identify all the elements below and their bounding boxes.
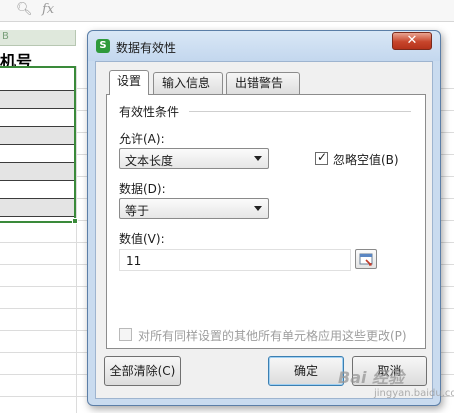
apply-to-all-checkbox xyxy=(119,328,132,341)
zoom-icon[interactable]: 🔍︎ xyxy=(16,2,33,17)
ignore-blank-label[interactable]: 忽略空值(B) xyxy=(333,151,399,168)
tab-settings[interactable]: 设置 xyxy=(109,70,149,95)
data-operator-select[interactable]: 等于 xyxy=(119,198,269,219)
close-button[interactable]: ✕ xyxy=(392,32,432,50)
tab-error-alert[interactable]: 出错警告 xyxy=(226,72,300,94)
apply-to-all-label: 对所有同样设置的其他所有单元格应用这些更改(P) xyxy=(138,329,407,343)
allow-select-value: 文本长度 xyxy=(125,154,174,168)
allow-label: 允许(A): xyxy=(119,132,165,146)
ok-button[interactable]: 确定 xyxy=(268,356,344,386)
dialog-title-bar[interactable]: S 数据有效性 ✕ xyxy=(88,31,440,61)
fill-handle[interactable] xyxy=(72,218,78,224)
chevron-down-icon xyxy=(254,206,262,211)
clear-all-button[interactable]: 全部清除(C) xyxy=(104,356,181,386)
ignore-blank-checkbox[interactable]: ✓ xyxy=(315,150,328,165)
value-label: 数值(V): xyxy=(119,232,165,246)
data-label: 数据(D): xyxy=(119,182,166,196)
range-picker-button[interactable] xyxy=(355,249,377,269)
checkmark-icon: ✓ xyxy=(317,150,328,164)
group-divider xyxy=(189,111,411,112)
column-header-b[interactable]: B xyxy=(0,30,76,46)
watermark-url: jingyan.baidu.com xyxy=(374,388,454,399)
data-validation-dialog: S 数据有效性 ✕ 设置 输入信息 出错警告 有效性条件 允许(A): 文本长度… xyxy=(87,30,441,406)
close-icon: ✕ xyxy=(406,33,418,48)
data-operator-value: 等于 xyxy=(125,204,150,218)
value-input-text: 11 xyxy=(126,254,142,268)
value-input[interactable]: 11 xyxy=(119,249,351,271)
selected-range[interactable] xyxy=(0,66,76,223)
validation-criteria-group-label: 有效性条件 xyxy=(119,103,184,120)
settings-tab-page: 有效性条件 允许(A): 文本长度 ✓ 忽略空值(B) 数据(D): 等于 数值… xyxy=(106,94,426,349)
tab-input-info[interactable]: 输入信息 xyxy=(153,72,223,94)
dialog-body: 设置 输入信息 出错警告 有效性条件 允许(A): 文本长度 ✓ 忽略空值(B)… xyxy=(95,61,433,399)
column-letter: B xyxy=(2,31,9,42)
formula-bar: 🔍︎ fx xyxy=(0,0,454,22)
chevron-down-icon xyxy=(254,156,262,161)
dialog-title: 数据有效性 xyxy=(116,41,177,55)
fx-icon[interactable]: fx xyxy=(42,2,54,17)
allow-select[interactable]: 文本长度 xyxy=(119,148,269,169)
range-select-icon xyxy=(359,253,373,266)
baidu-jingyan-watermark: Bai 经验 jingyan.baidu.com xyxy=(338,360,454,408)
watermark-brand: Bai 经验 xyxy=(338,368,405,387)
app-logo-icon: S xyxy=(96,39,110,53)
